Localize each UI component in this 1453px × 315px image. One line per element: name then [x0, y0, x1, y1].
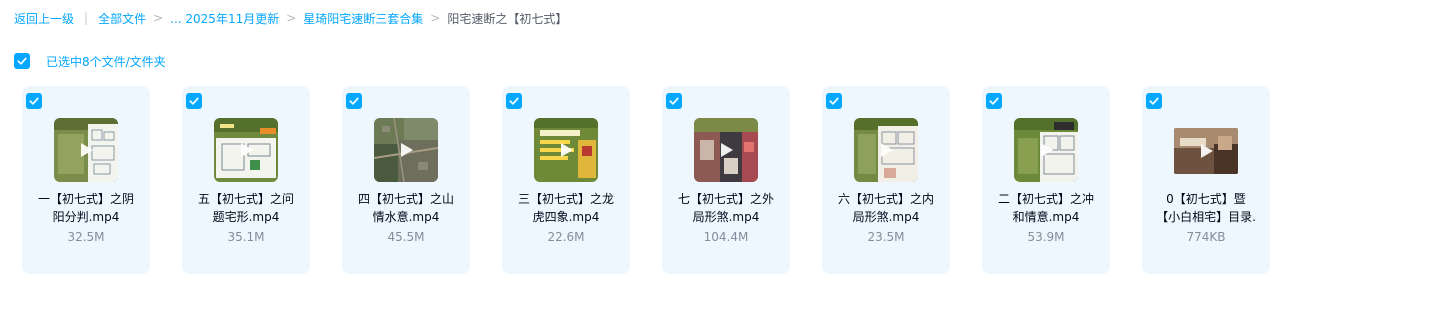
play-icon: [881, 143, 893, 157]
selection-count: 已选中8个文件/文件夹: [46, 54, 166, 69]
selection-bar: 已选中8个文件/文件夹: [14, 53, 166, 69]
select-all-checkbox-icon[interactable]: [14, 53, 30, 69]
file-checkbox-icon[interactable]: [986, 93, 1002, 109]
play-icon: [401, 143, 413, 157]
breadcrumb-separator: >: [153, 11, 164, 25]
file-checkbox-icon[interactable]: [346, 93, 362, 109]
file-name: 一【初七式】之阴 阳分判.mp4: [37, 192, 134, 224]
play-icon: [241, 143, 253, 157]
breadcrumb-separator: >: [430, 11, 441, 25]
play-icon: [1201, 144, 1213, 158]
file-name: 七【初七式】之外 局形煞.mp4: [677, 192, 774, 224]
file-size: 53.9M: [1027, 230, 1065, 244]
file-size: 104.4M: [703, 230, 749, 244]
file-card[interactable]: 四【初七式】之山 情水意.mp4 45.5M: [342, 86, 470, 274]
play-icon: [81, 143, 93, 157]
file-checkbox-icon[interactable]: [506, 93, 522, 109]
video-thumbnail: [1174, 128, 1238, 174]
file-name: 六【初七式】之内 局形煞.mp4: [837, 192, 934, 224]
video-thumbnail: [54, 118, 118, 182]
breadcrumb-parent-folder[interactable]: 星琦阳宅速断三套合集: [303, 10, 423, 27]
file-size: 23.5M: [867, 230, 905, 244]
breadcrumb-collapsed-path[interactable]: ... 2025年11月更新: [170, 10, 279, 27]
file-size: 774KB: [1186, 230, 1226, 244]
breadcrumb-separator: >: [286, 11, 297, 25]
file-card[interactable]: 七【初七式】之外 局形煞.mp4 104.4M: [662, 86, 790, 274]
file-card[interactable]: 二【初七式】之冲 和情意.mp4 53.9M: [982, 86, 1110, 274]
file-checkbox-icon[interactable]: [666, 93, 682, 109]
play-icon: [1041, 143, 1053, 157]
video-thumbnail: [854, 118, 918, 182]
video-thumbnail: [214, 118, 278, 182]
breadcrumb-divider: |: [84, 11, 89, 25]
video-thumbnail: [534, 118, 598, 182]
file-size: 45.5M: [387, 230, 425, 244]
file-size: 35.1M: [227, 230, 265, 244]
play-icon: [721, 143, 733, 157]
play-icon: [561, 143, 573, 157]
video-thumbnail: [694, 118, 758, 182]
breadcrumb-all-files[interactable]: 全部文件: [98, 10, 146, 27]
file-checkbox-icon[interactable]: [26, 93, 42, 109]
breadcrumb: 返回上一级 | 全部文件 > ... 2025年11月更新 > 星琦阳宅速断三套…: [14, 10, 567, 26]
file-name: 0【初七式】暨 【小白相宅】目录.: [1156, 192, 1256, 224]
back-link[interactable]: 返回上一级: [14, 10, 74, 27]
file-name: 二【初七式】之冲 和情意.mp4: [997, 192, 1094, 224]
file-card[interactable]: 三【初七式】之龙 虎四象.mp4 22.6M: [502, 86, 630, 274]
file-name: 五【初七式】之问 题宅形.mp4: [197, 192, 294, 224]
file-checkbox-icon[interactable]: [186, 93, 202, 109]
video-thumbnail: [374, 118, 438, 182]
file-name: 三【初七式】之龙 虎四象.mp4: [517, 192, 614, 224]
file-card[interactable]: 五【初七式】之问 题宅形.mp4 35.1M: [182, 86, 310, 274]
file-checkbox-icon[interactable]: [1146, 93, 1162, 109]
file-card[interactable]: 一【初七式】之阴 阳分判.mp4 32.5M: [22, 86, 150, 274]
file-size: 32.5M: [67, 230, 105, 244]
file-checkbox-icon[interactable]: [826, 93, 842, 109]
file-name: 四【初七式】之山 情水意.mp4: [357, 192, 454, 224]
video-thumbnail: [1014, 118, 1078, 182]
file-card[interactable]: 六【初七式】之内 局形煞.mp4 23.5M: [822, 86, 950, 274]
file-size: 22.6M: [547, 230, 585, 244]
file-card[interactable]: 0【初七式】暨 【小白相宅】目录. 774KB: [1142, 86, 1270, 274]
breadcrumb-current-folder: 阳宅速断之【初七式】: [447, 11, 568, 26]
